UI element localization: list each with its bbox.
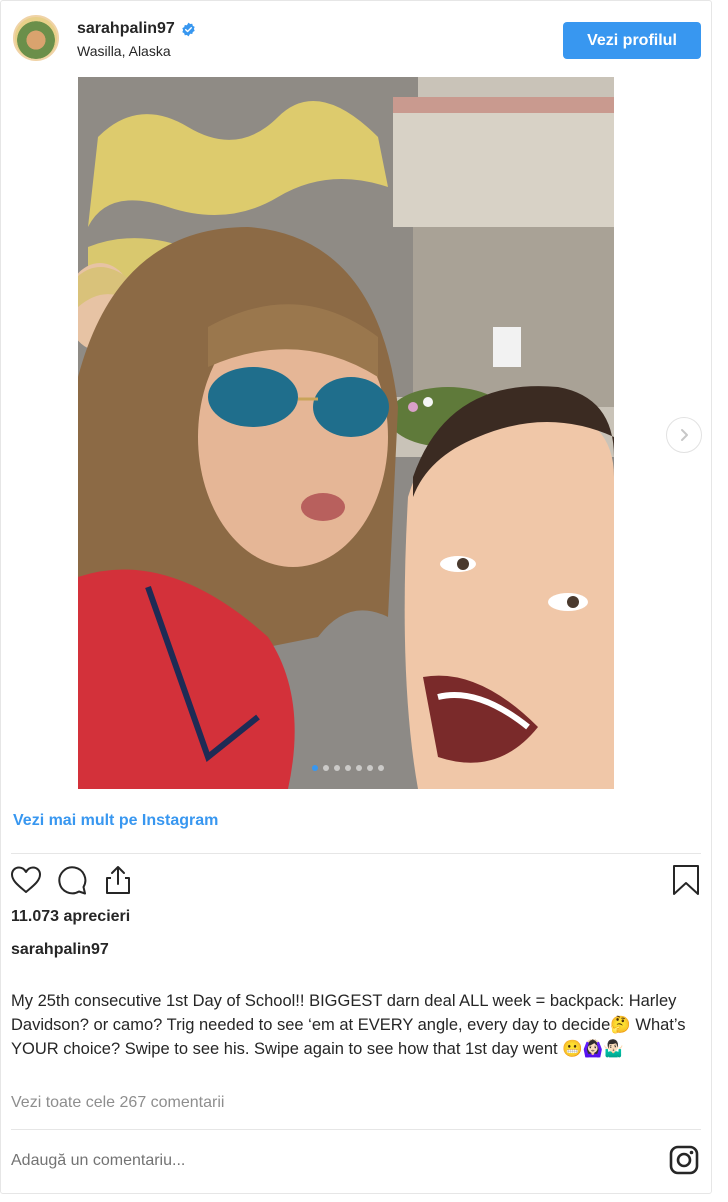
post-location[interactable]: Wasilla, Alaska [77, 43, 171, 59]
carousel-dot-4 [345, 765, 351, 771]
heart-icon[interactable] [9, 863, 43, 897]
chevron-right-icon [681, 429, 688, 441]
post-caption: My 25th consecutive 1st Day of School!! … [11, 992, 686, 1058]
caption-username[interactable]: sarahpalin97 [11, 941, 109, 959]
avatar[interactable] [13, 15, 59, 61]
bookmark-icon[interactable] [671, 863, 701, 897]
add-comment-input[interactable] [11, 1144, 651, 1178]
view-all-comments-link[interactable]: Vezi toate cele 267 comentarii [11, 1094, 224, 1112]
share-icon[interactable] [101, 863, 135, 897]
save-button[interactable] [671, 863, 701, 897]
see-more-on-instagram-link[interactable]: Vezi mai mult pe Instagram [13, 812, 218, 830]
carousel-dot-6 [367, 765, 373, 771]
next-slide-button[interactable] [666, 417, 702, 453]
verified-badge-icon [182, 22, 195, 36]
instagram-icon [669, 1145, 699, 1175]
likes-count[interactable]: 11.073 aprecieri [11, 908, 130, 926]
view-profile-button[interactable]: Vezi profilul [563, 22, 701, 59]
selfie-photo-illustration [78, 77, 614, 789]
divider [11, 853, 701, 854]
post-photo[interactable] [78, 77, 614, 789]
carousel-indicator [312, 765, 384, 771]
comment-icon[interactable] [55, 863, 89, 897]
divider [11, 1129, 701, 1130]
carousel-dot-3 [334, 765, 340, 771]
carousel-dot-1 [312, 765, 318, 771]
carousel-dot-2 [323, 765, 329, 771]
username[interactable]: sarahpalin97 [77, 20, 175, 38]
carousel-dot-5 [356, 765, 362, 771]
username-row: sarahpalin97 [77, 20, 196, 38]
post-header: sarahpalin97 Wasilla, Alaska Vezi profil… [1, 1, 713, 77]
carousel-dot-7 [378, 765, 384, 771]
action-bar [9, 863, 135, 897]
instagram-logo-button[interactable] [669, 1145, 699, 1180]
instagram-embed-card: sarahpalin97 Wasilla, Alaska Vezi profil… [0, 0, 712, 1194]
